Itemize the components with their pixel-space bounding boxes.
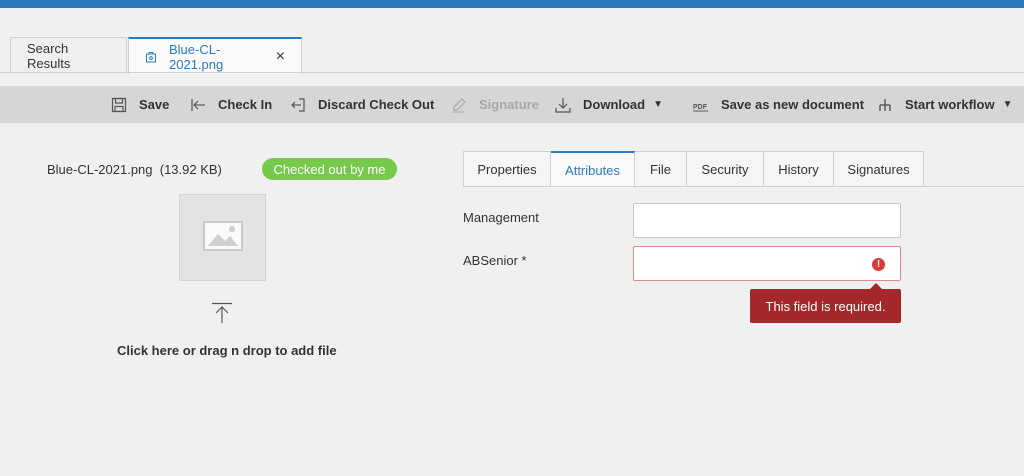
signature-button[interactable]: Signature (451, 86, 539, 123)
chevron-down-icon: ▼ (1002, 99, 1013, 110)
tab-properties[interactable]: Properties (463, 151, 551, 187)
save-as-new-document-button[interactable]: PDF Save as new document (692, 86, 864, 123)
file-thumbnail[interactable] (179, 194, 266, 281)
management-field[interactable] (633, 203, 901, 238)
tab-label: Security (701, 161, 749, 177)
tab-label: Search Results (27, 40, 71, 71)
discard-check-out-button[interactable]: Discard Check Out (290, 86, 434, 123)
svg-text:PDF: PDF (693, 104, 708, 111)
start-workflow-label: Start workflow (905, 97, 995, 112)
absenior-label: ABSenior * (463, 253, 527, 268)
tab-history[interactable]: History (764, 151, 834, 187)
close-icon[interactable]: × (276, 48, 285, 65)
tab-label: Signatures (847, 161, 910, 177)
discard-icon (290, 97, 306, 113)
pdf-icon: PDF (692, 97, 709, 113)
attribute-tabs: Properties Attributes File Security Hist… (463, 151, 924, 188)
error-icon: ! (872, 258, 885, 271)
tab-attributes[interactable]: Attributes (551, 151, 635, 188)
check-in-button[interactable]: Check In (190, 86, 272, 123)
top-accent-bar (0, 0, 1024, 8)
tabs-divider (0, 72, 1024, 73)
document-tabs: Search Results Blue-CL-2021.png × (10, 37, 303, 74)
image-placeholder-icon (202, 221, 243, 254)
save-button[interactable]: Save (111, 86, 169, 123)
workflow-icon (877, 97, 893, 113)
validation-tooltip: This field is required. (750, 289, 901, 323)
download-icon (555, 97, 571, 113)
save-icon (111, 97, 127, 113)
signature-label: Signature (479, 97, 539, 112)
start-workflow-button[interactable]: Start workflow ▼ (877, 86, 1012, 123)
tab-signatures[interactable]: Signatures (834, 151, 924, 187)
chevron-down-icon: ▼ (653, 99, 664, 110)
drop-zone-text[interactable]: Click here or drag n drop to add file (117, 343, 337, 358)
tab-security[interactable]: Security (687, 151, 764, 187)
download-label: Download (583, 97, 646, 112)
tab-label: Blue-CL-2021.png (169, 41, 224, 72)
tab-label: File (650, 161, 671, 177)
tab-label: Properties (477, 161, 537, 177)
management-label: Management (463, 210, 539, 225)
attribute-tabs-divider (463, 186, 1024, 187)
discard-check-out-label: Discard Check Out (318, 97, 435, 112)
tab-file[interactable]: File (635, 151, 687, 187)
download-button[interactable]: Download ▼ (555, 86, 663, 123)
save-as-new-label: Save as new document (721, 97, 865, 112)
check-in-label: Check In (218, 97, 273, 112)
save-label: Save (139, 97, 170, 112)
tab-label: Attributes (565, 163, 620, 178)
upload-icon[interactable] (210, 302, 234, 327)
tab-label: History (778, 161, 819, 177)
toolbar: Save Check In Discard Check Out Signatur… (0, 86, 1024, 123)
status-badge: Checked out by me (262, 158, 397, 180)
absenior-field[interactable] (633, 246, 901, 281)
tab-document[interactable]: Blue-CL-2021.png × (128, 37, 302, 74)
check-in-icon (190, 97, 206, 113)
checked-out-doc-icon (145, 51, 157, 63)
file-name-size: Blue-CL-2021.png (13.92 KB) (47, 162, 222, 177)
signature-icon (451, 97, 467, 113)
tab-search-results[interactable]: Search Results (10, 37, 127, 73)
